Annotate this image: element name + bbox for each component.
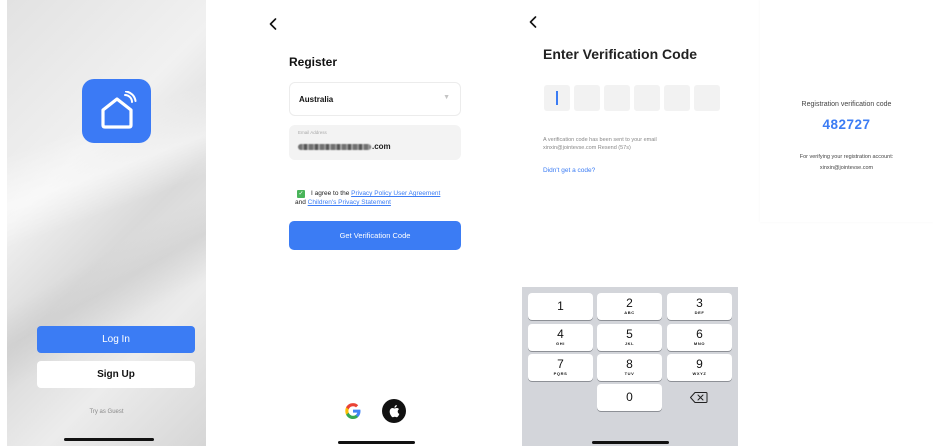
key-4[interactable]: 4 GHI	[528, 324, 593, 351]
verification-code-value: 482727	[822, 117, 871, 132]
login-button[interactable]: Log In	[37, 326, 195, 353]
backspace-icon[interactable]	[667, 384, 732, 411]
key-1[interactable]: 1	[528, 293, 593, 320]
country-value: Australia	[299, 95, 334, 104]
splash-screen: Log In Sign Up Try as Guest	[7, 0, 206, 446]
code-cell[interactable]	[544, 85, 570, 111]
smart-home-icon	[82, 79, 151, 143]
email-resend-line[interactable]: xinxin@jointevse.com Resend (57s)	[543, 145, 723, 153]
google-icon[interactable]	[342, 400, 364, 422]
try-as-guest-link[interactable]: Try as Guest	[7, 409, 206, 415]
childrens-privacy-link[interactable]: Children's Privacy Statement	[308, 199, 391, 206]
code-input[interactable]	[544, 85, 720, 111]
email-label: Email Address	[298, 130, 327, 135]
signup-button[interactable]: Sign Up	[37, 361, 195, 388]
verification-screen: Enter Verification Code A verification c…	[522, 0, 738, 446]
home-indicator	[64, 438, 154, 441]
agree-prefix: I agree to the	[311, 190, 350, 197]
privacy-policy-link[interactable]: Privacy Policy User Agreement	[351, 190, 440, 197]
key-9[interactable]: 9 WXYZ	[667, 354, 732, 381]
key-8[interactable]: 8 TUV	[597, 354, 662, 381]
key-0[interactable]: 0	[597, 384, 662, 411]
register-screen: Register Australia ▼ Email Address .com …	[262, 0, 490, 446]
apple-icon[interactable]	[382, 399, 406, 423]
country-select[interactable]: Australia ▼	[289, 82, 461, 116]
chevron-left-icon[interactable]	[529, 15, 537, 33]
code-cell[interactable]	[604, 85, 630, 111]
key-7[interactable]: 7 PQRS	[528, 354, 593, 381]
code-sent-message: A verification code has been sent to you…	[543, 137, 723, 152]
key-2[interactable]: 2 ABC	[597, 293, 662, 320]
code-cell[interactable]	[664, 85, 690, 111]
key-3[interactable]: 3 DEF	[667, 293, 732, 320]
code-sent-line: A verification code has been sent to you…	[543, 137, 657, 143]
code-cell[interactable]	[634, 85, 660, 111]
page-title: Register	[289, 55, 338, 69]
agreement-text: I agree to the Privacy Policy User Agree…	[295, 189, 463, 207]
chevron-left-icon[interactable]	[269, 17, 277, 35]
didnt-get-code-link[interactable]: Didn't get a code?	[543, 167, 595, 174]
chevron-down-icon: ▼	[443, 94, 450, 101]
email-card-purpose: For verifying your registration account:	[799, 154, 894, 160]
key-5[interactable]: 5 JKL	[597, 324, 662, 351]
email-card-account: xinxin@jointevse.com	[819, 165, 874, 171]
email-field[interactable]: Email Address .com	[289, 125, 461, 160]
get-verification-code-button[interactable]: Get Verification Code	[289, 221, 461, 250]
email-domain-text: .com	[372, 142, 391, 151]
email-card-label: Registration verification code	[801, 101, 892, 108]
home-indicator	[592, 441, 669, 444]
code-cell[interactable]	[694, 85, 720, 111]
key-6[interactable]: 6 MNO	[667, 324, 732, 351]
home-indicator	[338, 441, 415, 444]
verification-email-card: Registration verification code 482727 Fo…	[760, 0, 933, 222]
email-redacted-text	[298, 144, 371, 150]
page-title: Enter Verification Code	[543, 46, 698, 62]
numeric-keypad: 1 2 ABC 3 DEF 4 GHI 5 JKL 6 MNO 7 PQRS 8 TUV 9W…	[522, 287, 738, 446]
and-text: and	[295, 199, 306, 206]
code-cell[interactable]	[574, 85, 600, 111]
